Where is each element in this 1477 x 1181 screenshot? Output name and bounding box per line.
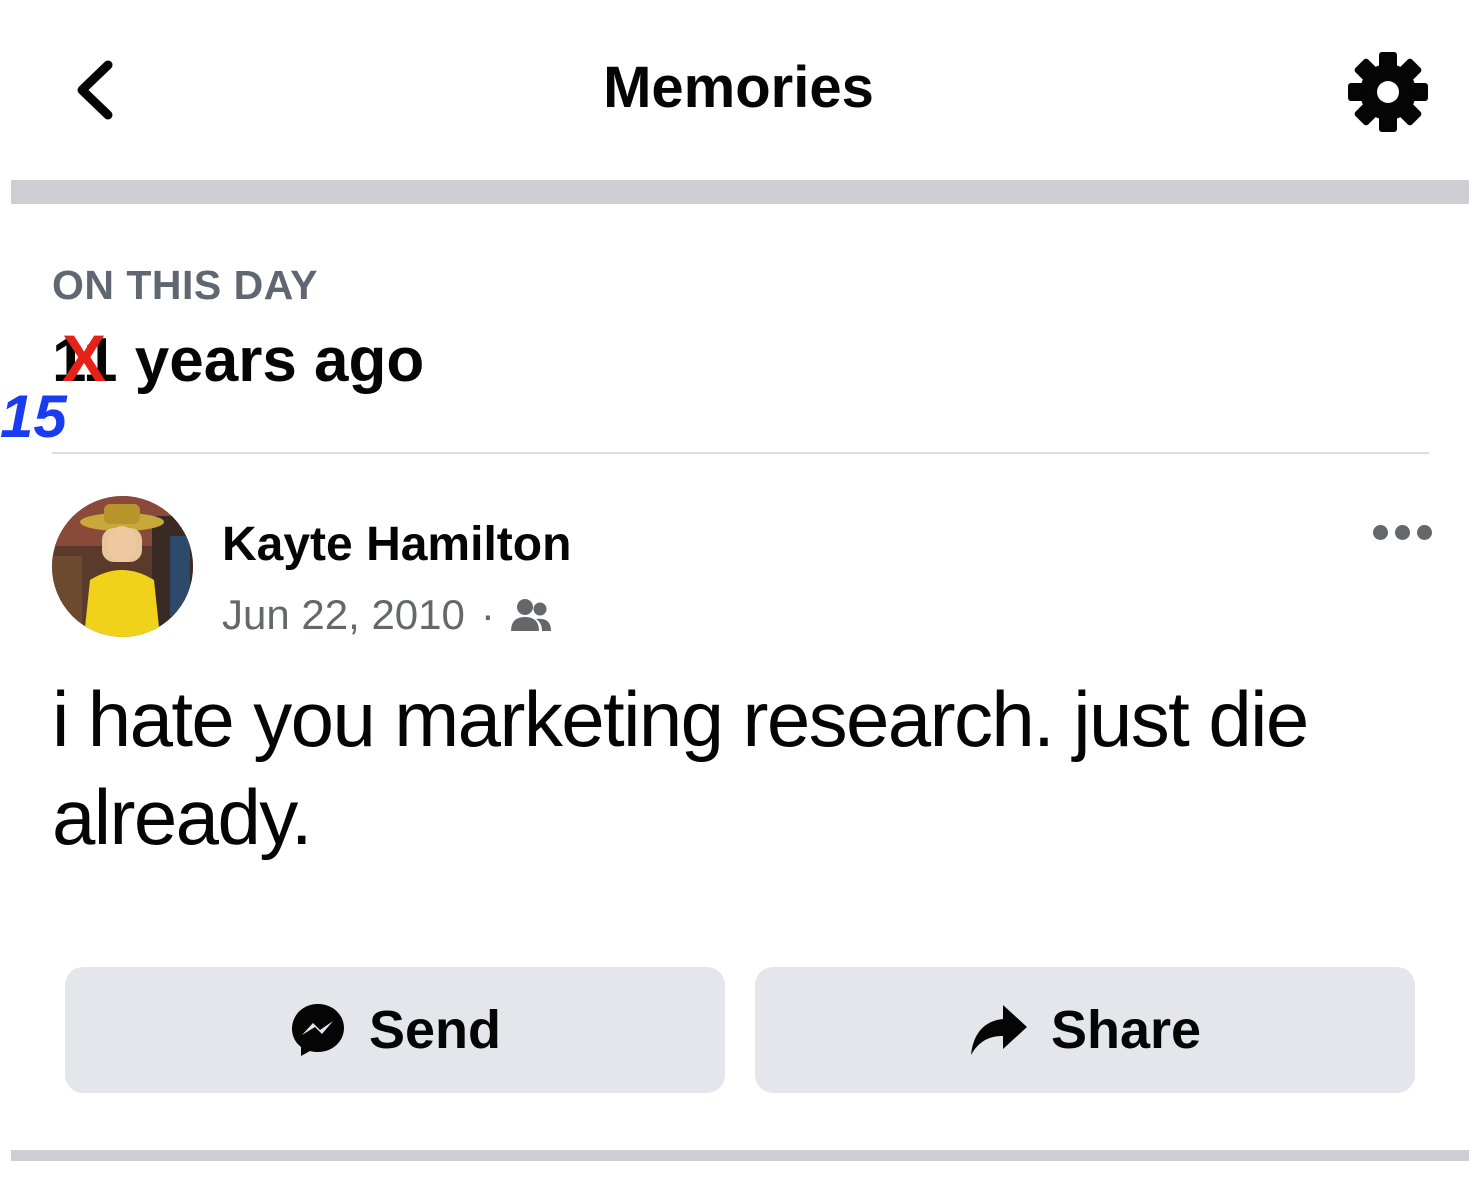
meta-separator: ·	[480, 591, 495, 638]
post-meta: Jun 22, 2010 ·	[222, 588, 553, 642]
footer-divider	[11, 1150, 1469, 1161]
post-text: i hate you marketing research. just die …	[52, 675, 1309, 861]
more-horizontal-icon	[1372, 524, 1388, 540]
messenger-icon	[291, 1004, 344, 1056]
gear-icon	[1348, 52, 1428, 132]
avatar[interactable]	[52, 496, 193, 637]
avatar-photo	[52, 496, 193, 637]
friends-icon	[510, 599, 551, 631]
post-author[interactable]: Kayte Hamilton	[222, 515, 571, 575]
post-date[interactable]: Jun 22, 2010	[222, 588, 465, 642]
post-more-button[interactable]	[1362, 508, 1442, 556]
share-arrow-icon	[970, 1005, 1027, 1055]
strike-mark: X	[62, 321, 107, 395]
header-divider	[11, 180, 1469, 204]
years-ago-heading: 11 years ago	[52, 325, 424, 397]
share-label: Share	[1050, 1000, 1202, 1060]
years-ago-suffix: years ago	[117, 326, 425, 395]
section-kicker: ON THIS DAY	[52, 262, 318, 308]
page-title: Memories	[603, 55, 874, 120]
share-button[interactable]: Share	[755, 967, 1415, 1093]
more-dot	[1394, 524, 1410, 540]
settings-button[interactable]	[1340, 48, 1436, 136]
send-button[interactable]: Send	[65, 967, 725, 1093]
section-divider	[52, 452, 1429, 454]
more-dot	[1416, 524, 1432, 540]
send-label: Send	[368, 1000, 502, 1060]
corrected-years-annotation: 15	[0, 383, 67, 450]
